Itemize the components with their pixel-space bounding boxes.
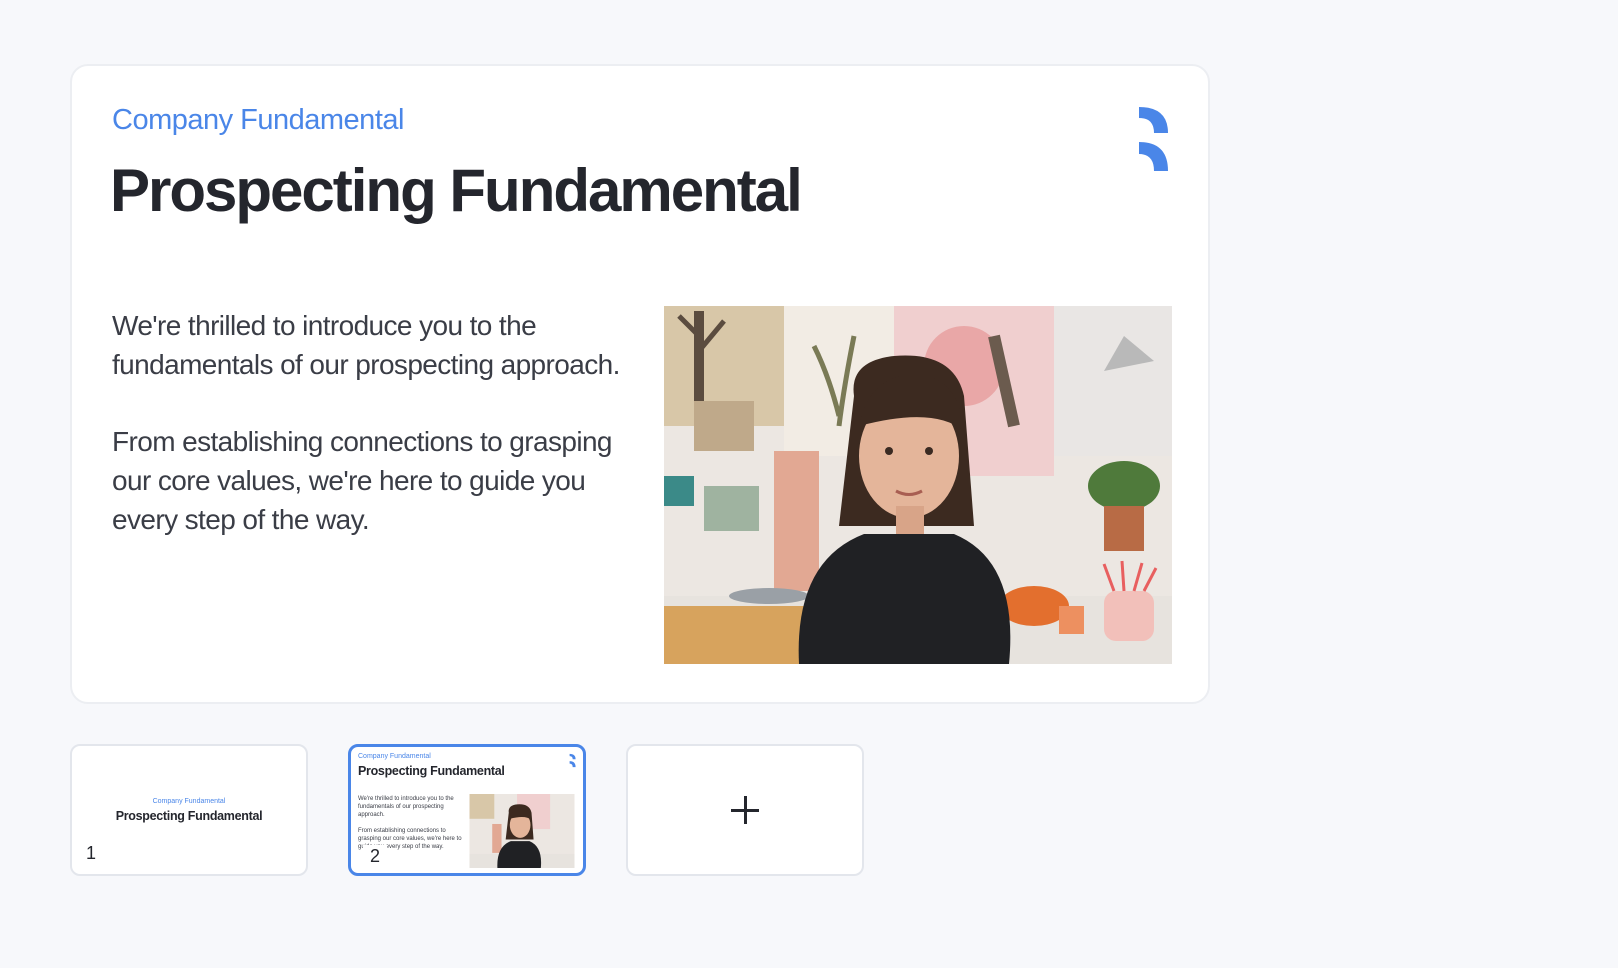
- thumbnail-title: Prospecting Fundamental: [358, 764, 505, 778]
- slide-body: We're thrilled to introduce you to the f…: [112, 306, 632, 577]
- portrait-photo: [664, 306, 1172, 664]
- slide-paragraph-2: From establishing connections to graspin…: [112, 426, 613, 535]
- slide-number: 1: [86, 843, 97, 863]
- slide-number: 2: [363, 845, 387, 867]
- thumbnail-kicker: Company Fundamental: [152, 798, 226, 805]
- add-slide-button[interactable]: [626, 744, 864, 876]
- slide-thumbnail-2[interactable]: Company Fundamental Prospecting Fundamen…: [348, 744, 586, 876]
- main-slide-canvas[interactable]: Company Fundamental Prospecting Fundamen…: [70, 64, 1210, 704]
- slide-title: Prospecting Fundamental: [110, 157, 803, 224]
- thumbnail-portrait-illustration: [469, 794, 575, 868]
- thumbnail-photo: [469, 794, 575, 868]
- slide-paragraph-1: We're thrilled to introduce you to the f…: [112, 310, 620, 380]
- thumbnail-paragraph-1: We're thrilled to introduce you to the f…: [358, 796, 454, 818]
- brand-bracket-icon: [1139, 107, 1168, 171]
- brand-bracket-icon: [569, 753, 576, 768]
- portrait-illustration: [664, 306, 1172, 664]
- slide-thumbnail-1[interactable]: Company Fundamental Prospecting Fundamen…: [70, 744, 308, 876]
- slide-kicker: Company Fundamental: [112, 104, 404, 136]
- thumbnail-kicker: Company Fundamental: [358, 753, 431, 760]
- plus-icon: [731, 796, 759, 824]
- thumbnail-title: Prospecting Fundamental: [115, 809, 263, 823]
